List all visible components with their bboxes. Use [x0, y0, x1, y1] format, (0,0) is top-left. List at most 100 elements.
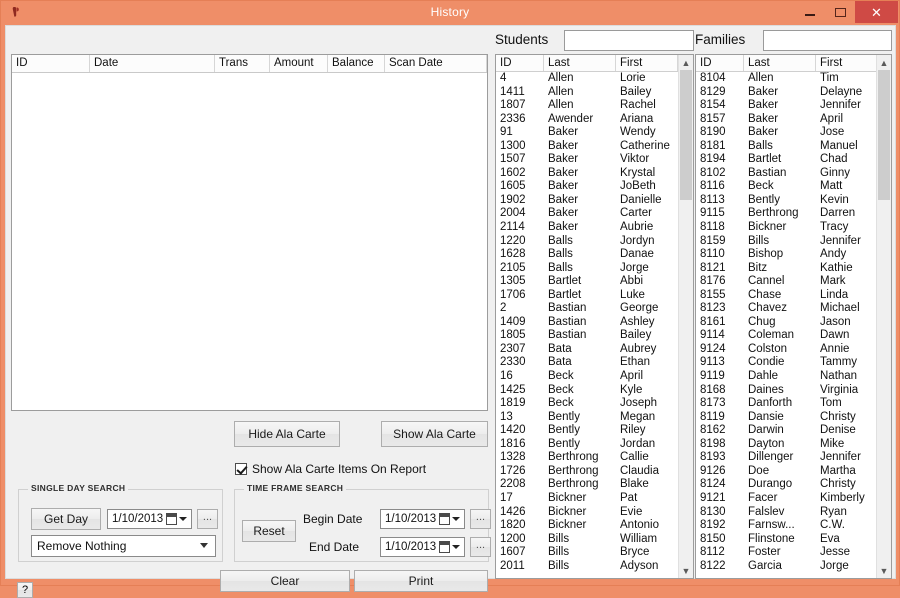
list-item[interactable]: 1602 Baker Krystal	[496, 167, 693, 181]
list-item[interactable]: 2208 Berthrong Blake	[496, 478, 693, 492]
chevron-down-icon[interactable]	[452, 517, 460, 521]
list-item[interactable]: 8194 Bartlet Chad	[696, 153, 891, 167]
list-item[interactable]: 8119 Dansie Christy	[696, 411, 891, 425]
list-item[interactable]: 1902 Baker Danielle	[496, 194, 693, 208]
get-day-button[interactable]: Get Day	[31, 508, 101, 530]
list-item[interactable]: 8130 Falslev Ryan	[696, 506, 891, 520]
list-item[interactable]: 8176 Cannel Mark	[696, 275, 891, 289]
history-col-date[interactable]: Date	[90, 55, 215, 72]
list-item[interactable]: 4 Allen Lorie	[496, 72, 693, 86]
calendar-icon[interactable]	[439, 541, 450, 553]
families-col-id[interactable]: ID	[696, 55, 744, 71]
history-col-balance[interactable]: Balance	[328, 55, 385, 72]
families-list[interactable]: ID Last First 8104 Allen Tim 8129 Baker Delay…	[695, 54, 892, 579]
families-col-first[interactable]: First	[816, 55, 878, 71]
minimize-button[interactable]	[795, 1, 825, 23]
students-col-first[interactable]: First	[616, 55, 678, 71]
end-date-input[interactable]: 1/10/2013	[380, 537, 465, 557]
scroll-up-icon[interactable]: ▲	[877, 55, 891, 70]
list-item[interactable]: 8190 Baker Jose	[696, 126, 891, 140]
list-item[interactable]: 2336 Awender Ariana	[496, 113, 693, 127]
list-item[interactable]: 1807 Allen Rachel	[496, 99, 693, 113]
help-button[interactable]: ?	[17, 582, 33, 598]
list-item[interactable]: 8104 Allen Tim	[696, 72, 891, 86]
list-item[interactable]: 8192 Farnsw... C.W.	[696, 519, 891, 533]
list-item[interactable]: 1425 Beck Kyle	[496, 384, 693, 398]
list-item[interactable]: 8168 Daines Virginia	[696, 384, 891, 398]
list-item[interactable]: 8161 Chug Jason	[696, 316, 891, 330]
list-item[interactable]: 8118 Bickner Tracy	[696, 221, 891, 235]
list-item[interactable]: 8198 Dayton Mike	[696, 438, 891, 452]
history-col-id[interactable]: ID	[12, 55, 90, 72]
list-item[interactable]: 17 Bickner Pat	[496, 492, 693, 506]
history-col-trans[interactable]: Trans	[215, 55, 270, 72]
list-item[interactable]: 2011 Bills Adyson	[496, 560, 693, 574]
list-item[interactable]: 1426 Bickner Evie	[496, 506, 693, 520]
list-item[interactable]: 9121 Facer Kimberly	[696, 492, 891, 506]
list-item[interactable]: 8110 Bishop Andy	[696, 248, 891, 262]
list-item[interactable]: 91 Baker Wendy	[496, 126, 693, 140]
list-item[interactable]: 2330 Bata Ethan	[496, 356, 693, 370]
list-item[interactable]: 1200 Bills William	[496, 533, 693, 547]
scrollbar-thumb[interactable]	[680, 70, 692, 200]
list-item[interactable]: 1305 Bartlet Abbi	[496, 275, 693, 289]
list-item[interactable]: 8181 Balls Manuel	[696, 140, 891, 154]
list-item[interactable]: 8162 Darwin Denise	[696, 424, 891, 438]
list-item[interactable]: 1820 Bickner Antonio	[496, 519, 693, 533]
list-item[interactable]: 1706 Bartlet Luke	[496, 289, 693, 303]
list-item[interactable]: 9126 Doe Martha	[696, 465, 891, 479]
list-item[interactable]: 2 Bastian George	[496, 302, 693, 316]
chevron-down-icon[interactable]	[179, 517, 187, 521]
list-item[interactable]: 1507 Baker Viktor	[496, 153, 693, 167]
list-item[interactable]: 1628 Balls Danae	[496, 248, 693, 262]
families-search-input[interactable]	[763, 30, 892, 51]
list-item[interactable]: 1816 Bently Jordan	[496, 438, 693, 452]
list-item[interactable]: 8124 Durango Christy	[696, 478, 891, 492]
list-item[interactable]: 1726 Berthrong Claudia	[496, 465, 693, 479]
list-item[interactable]: 8173 Danforth Tom	[696, 397, 891, 411]
students-col-last[interactable]: Last	[544, 55, 616, 71]
list-item[interactable]: 8121 Bitz Kathie	[696, 262, 891, 276]
list-item[interactable]: 2307 Bata Aubrey	[496, 343, 693, 357]
list-item[interactable]: 8154 Baker Jennifer	[696, 99, 891, 113]
list-item[interactable]: 8123 Chavez Michael	[696, 302, 891, 316]
students-list-body[interactable]: 4 Allen Lorie 1411 Allen Bailey 1807 Allen Rache…	[496, 72, 693, 573]
list-item[interactable]: 1805 Bastian Bailey	[496, 329, 693, 343]
students-search-input[interactable]	[564, 30, 694, 51]
print-button[interactable]: Print	[354, 570, 488, 592]
list-item[interactable]: 9113 Condie Tammy	[696, 356, 891, 370]
show-ala-carte-on-report-checkbox[interactable]: Show Ala Carte Items On Report	[235, 462, 426, 476]
list-item[interactable]: 8112 Foster Jesse	[696, 546, 891, 560]
history-grid[interactable]: ID Date Trans Amount Balance Scan Date	[11, 54, 488, 411]
list-item[interactable]: 2114 Baker Aubrie	[496, 221, 693, 235]
families-scrollbar[interactable]: ▲ ▼	[876, 55, 891, 578]
scroll-up-icon[interactable]: ▲	[679, 55, 693, 70]
list-item[interactable]: 9114 Coleman Dawn	[696, 329, 891, 343]
list-item[interactable]: 1605 Baker JoBeth	[496, 180, 693, 194]
hide-ala-carte-button[interactable]: Hide Ala Carte	[234, 421, 340, 447]
clear-button[interactable]: Clear	[220, 570, 350, 592]
families-list-body[interactable]: 8104 Allen Tim 8129 Baker Delayne 8154 Baker Jen…	[696, 72, 891, 573]
list-item[interactable]: 16 Beck April	[496, 370, 693, 384]
scroll-down-icon[interactable]: ▼	[679, 563, 693, 578]
calendar-icon[interactable]	[166, 513, 177, 525]
close-button[interactable]: ✕	[855, 1, 898, 23]
history-col-amount[interactable]: Amount	[270, 55, 328, 72]
list-item[interactable]: 8155 Chase Linda	[696, 289, 891, 303]
list-item[interactable]: 2105 Balls Jorge	[496, 262, 693, 276]
list-item[interactable]: 8116 Beck Matt	[696, 180, 891, 194]
list-item[interactable]: 8159 Bills Jennifer	[696, 235, 891, 249]
students-col-id[interactable]: ID	[496, 55, 544, 71]
single-day-date-input[interactable]: 1/10/2013	[107, 509, 192, 529]
list-item[interactable]: 9124 Colston Annie	[696, 343, 891, 357]
list-item[interactable]: 1819 Beck Joseph	[496, 397, 693, 411]
list-item[interactable]: 2004 Baker Carter	[496, 207, 693, 221]
begin-date-browse-button[interactable]: ...	[470, 509, 491, 529]
single-day-browse-button[interactable]: ...	[197, 509, 218, 529]
end-date-browse-button[interactable]: ...	[470, 537, 491, 557]
list-item[interactable]: 8129 Baker Delayne	[696, 86, 891, 100]
list-item[interactable]: 9119 Dahle Nathan	[696, 370, 891, 384]
list-item[interactable]: 8113 Bently Kevin	[696, 194, 891, 208]
list-item[interactable]: 8193 Dillenger Jennifer	[696, 451, 891, 465]
list-item[interactable]: 1607 Bills Bryce	[496, 546, 693, 560]
